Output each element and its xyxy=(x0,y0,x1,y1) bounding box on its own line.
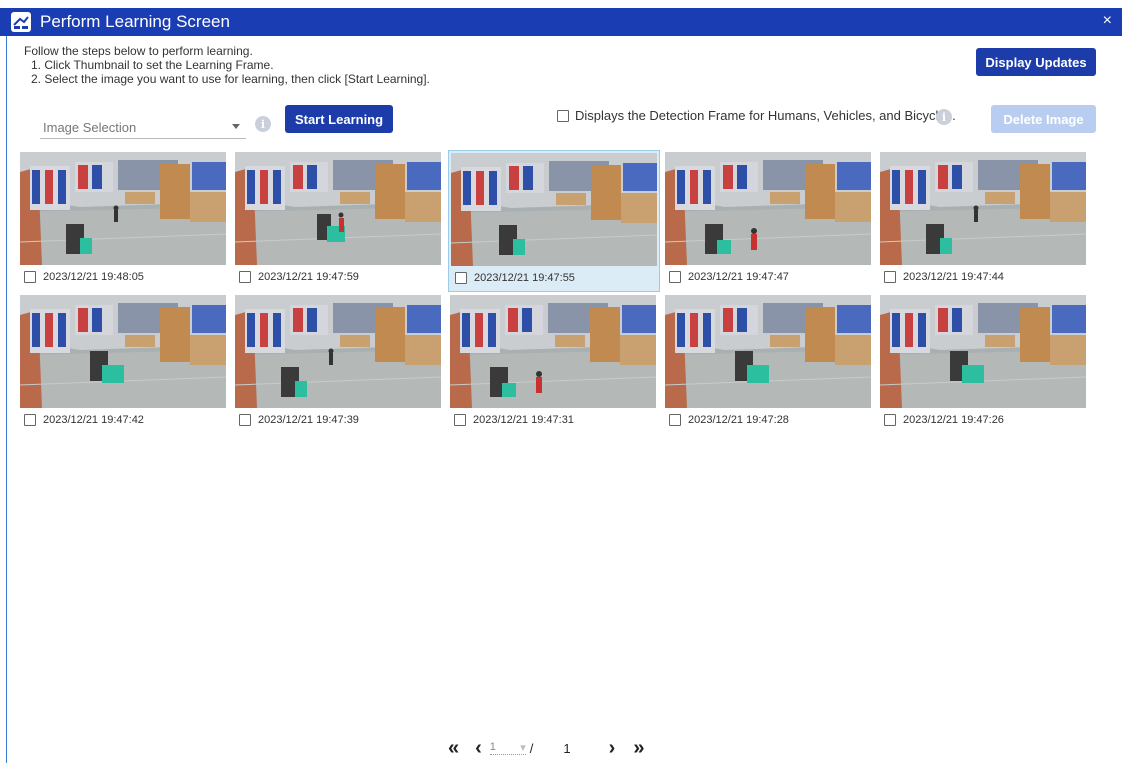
thumbnail-checkbox[interactable] xyxy=(455,272,467,284)
thumbnail-card[interactable]: 2023/12/21 19:47:44 xyxy=(878,150,1090,292)
thumbnail-caption: 2023/12/21 19:47:42 xyxy=(24,414,144,426)
image-selection-placeholder: Image Selection xyxy=(43,120,137,135)
delete-image-button: Delete Image xyxy=(991,105,1096,133)
thumbnail-checkbox[interactable] xyxy=(239,414,251,426)
close-icon[interactable]: × xyxy=(1103,12,1112,30)
window-border xyxy=(6,36,7,763)
thumbnail-caption: 2023/12/21 19:47:55 xyxy=(455,272,575,284)
detection-frame-toggle[interactable]: Displays the Detection Frame for Humans,… xyxy=(557,108,956,123)
chevron-down-icon xyxy=(232,124,240,129)
thumbnail-timestamp: 2023/12/21 19:47:28 xyxy=(688,414,789,426)
thumbnail-image[interactable] xyxy=(665,152,871,265)
thumbnail-image[interactable] xyxy=(451,153,657,266)
thumbnail-image[interactable] xyxy=(20,152,226,265)
thumbnail-timestamp: 2023/12/21 19:47:42 xyxy=(43,414,144,426)
thumbnail-card[interactable]: 2023/12/21 19:47:59 xyxy=(233,150,445,292)
thumbnail-card[interactable]: 2023/12/21 19:47:28 xyxy=(663,293,875,435)
thumbnail-checkbox[interactable] xyxy=(884,414,896,426)
page-chevron-icon: ▾ xyxy=(520,742,526,754)
image-selection-dropdown[interactable]: Image Selection xyxy=(40,117,246,139)
thumbnail-timestamp: 2023/12/21 19:47:39 xyxy=(258,414,359,426)
detection-info-icon[interactable]: i xyxy=(936,109,952,125)
pagination: « ‹ 1 ▾ / 1 › » xyxy=(448,736,644,760)
title-bar: Perform Learning Screen × xyxy=(0,8,1122,36)
instructions: Follow the steps below to perform learni… xyxy=(24,44,430,86)
thumbnail-caption: 2023/12/21 19:47:39 xyxy=(239,414,359,426)
thumbnail-timestamp: 2023/12/21 19:47:44 xyxy=(903,271,1004,283)
page-select-value: 1 xyxy=(489,741,496,753)
page-separator: / xyxy=(529,740,534,756)
app-logo-icon xyxy=(10,11,32,33)
thumbnail-checkbox[interactable] xyxy=(884,271,896,283)
thumbnail-timestamp: 2023/12/21 19:47:55 xyxy=(474,272,575,284)
thumbnail-checkbox[interactable] xyxy=(239,271,251,283)
thumbnail-caption: 2023/12/21 19:48:05 xyxy=(24,271,144,283)
thumbnail-caption: 2023/12/21 19:47:47 xyxy=(669,271,789,283)
thumbnail-image[interactable] xyxy=(880,152,1086,265)
thumbnail-card[interactable]: 2023/12/21 19:47:26 xyxy=(878,293,1090,435)
thumbnail-image[interactable] xyxy=(880,295,1086,408)
thumbnail-caption: 2023/12/21 19:47:28 xyxy=(669,414,789,426)
thumbnail-card[interactable]: 2023/12/21 19:47:42 xyxy=(18,293,230,435)
thumbnail-timestamp: 2023/12/21 19:47:47 xyxy=(688,271,789,283)
detection-frame-label: Displays the Detection Frame for Humans,… xyxy=(575,108,956,123)
thumbnail-timestamp: 2023/12/21 19:47:59 xyxy=(258,271,359,283)
total-pages: 1 xyxy=(563,740,571,756)
thumbnail-card[interactable]: 2023/12/21 19:48:05 xyxy=(18,150,230,292)
window-title: Perform Learning Screen xyxy=(40,12,230,31)
thumbnail-timestamp: 2023/12/21 19:47:26 xyxy=(903,414,1004,426)
info-icon[interactable]: i xyxy=(255,116,271,132)
thumbnail-caption: 2023/12/21 19:47:59 xyxy=(239,271,359,283)
thumbnail-caption: 2023/12/21 19:47:26 xyxy=(884,414,1004,426)
thumbnail-image[interactable] xyxy=(235,295,441,408)
last-page-icon[interactable]: » xyxy=(633,737,644,760)
thumbnail-image[interactable] xyxy=(665,295,871,408)
thumbnail-checkbox[interactable] xyxy=(454,414,466,426)
instructions-step-2: 2. Select the image you want to use for … xyxy=(31,72,430,86)
thumbnail-card[interactable]: 2023/12/21 19:47:55 xyxy=(448,150,660,292)
thumbnail-image[interactable] xyxy=(235,152,441,265)
prev-page-icon[interactable]: ‹ xyxy=(475,737,482,760)
next-page-icon[interactable]: › xyxy=(609,737,616,760)
first-page-icon[interactable]: « xyxy=(448,737,459,760)
thumbnail-checkbox[interactable] xyxy=(669,414,681,426)
thumbnail-image[interactable] xyxy=(450,295,656,408)
thumbnail-checkbox[interactable] xyxy=(24,271,36,283)
thumbnail-card[interactable]: 2023/12/21 19:47:47 xyxy=(663,150,875,292)
thumbnail-checkbox[interactable] xyxy=(24,414,36,426)
page-select[interactable]: 1 ▾ xyxy=(489,741,526,755)
start-learning-button[interactable]: Start Learning xyxy=(285,105,393,133)
instructions-step-1: 1. Click Thumbnail to set the Learning F… xyxy=(31,58,274,72)
instructions-intro: Follow the steps below to perform learni… xyxy=(24,44,253,58)
thumbnail-timestamp: 2023/12/21 19:47:31 xyxy=(473,414,574,426)
display-updates-button[interactable]: Display Updates xyxy=(976,48,1096,76)
thumbnail-timestamp: 2023/12/21 19:48:05 xyxy=(43,271,144,283)
thumbnail-caption: 2023/12/21 19:47:31 xyxy=(454,414,574,426)
thumbnail-image[interactable] xyxy=(20,295,226,408)
thumbnail-card[interactable]: 2023/12/21 19:47:31 xyxy=(448,293,660,435)
thumbnail-caption: 2023/12/21 19:47:44 xyxy=(884,271,1004,283)
thumbnail-card[interactable]: 2023/12/21 19:47:39 xyxy=(233,293,445,435)
thumbnail-checkbox[interactable] xyxy=(669,271,681,283)
detection-frame-checkbox[interactable] xyxy=(557,109,569,122)
